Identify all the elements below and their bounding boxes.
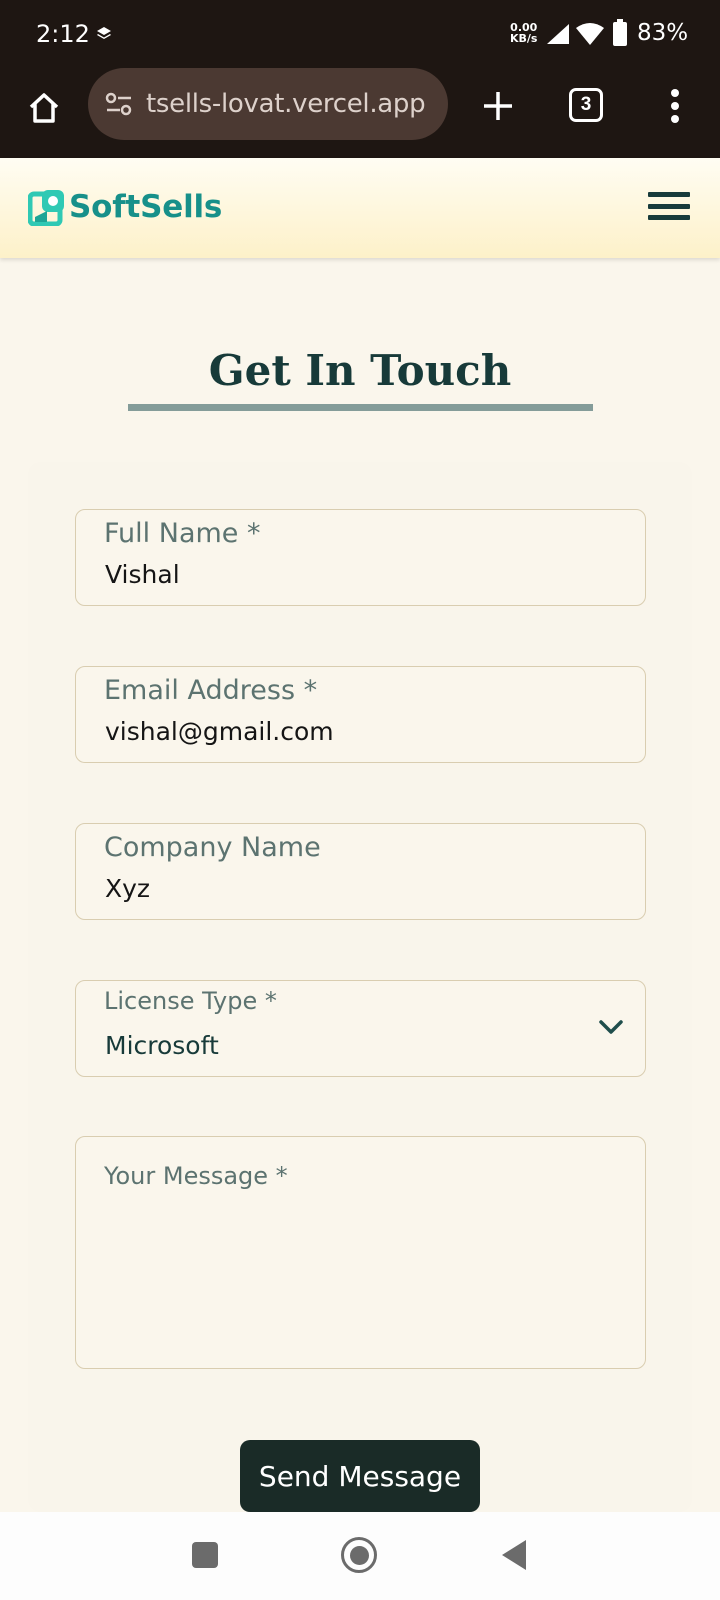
home-icon[interactable] [20, 84, 68, 132]
net-speed-unit: KB/s [510, 32, 538, 45]
company-label: Company Name [104, 832, 321, 863]
home-nav-icon[interactable] [341, 1537, 377, 1573]
email-input[interactable]: vishal@gmail.com [105, 717, 334, 746]
chevron-down-icon [597, 1013, 625, 1041]
message-field[interactable]: Your Message * [75, 1136, 646, 1369]
brand-name: SoftSells [69, 189, 223, 225]
signal-icon [547, 24, 569, 49]
system-nav-bar [0, 1512, 720, 1600]
logo[interactable]: SoftSells [27, 188, 223, 227]
net-speed: 0.00 KB/s [510, 22, 537, 44]
tabs-icon[interactable]: 3 [569, 88, 603, 122]
full-name-label: Full Name * [104, 518, 261, 549]
license-type-select[interactable]: License Type * Microsoft [75, 980, 646, 1077]
url-text: tsells-lovat.vercel.app [146, 89, 426, 119]
full-name-field[interactable]: Full Name * Vishal [75, 509, 646, 606]
email-field[interactable]: Email Address * vishal@gmail.com [75, 666, 646, 763]
layers-icon [96, 26, 112, 47]
site-header: SoftSells [0, 158, 720, 258]
more-vert-icon[interactable] [658, 82, 692, 130]
full-name-input[interactable]: Vishal [105, 560, 180, 589]
hamburger-menu-icon[interactable] [648, 188, 690, 224]
battery-icon [613, 19, 627, 46]
company-field[interactable]: Company Name Xyz [75, 823, 646, 920]
back-icon[interactable] [502, 1540, 526, 1570]
company-input[interactable]: Xyz [105, 874, 150, 903]
email-label: Email Address * [104, 675, 318, 706]
status-time: 2:12 [36, 20, 90, 48]
browser-toolbar: tsells-lovat.vercel.app 3 [0, 66, 720, 158]
title-underline [128, 404, 593, 411]
plus-icon[interactable] [474, 82, 522, 130]
site-settings-icon[interactable] [104, 89, 134, 119]
license-type-label: License Type * [104, 987, 277, 1015]
url-bar[interactable]: tsells-lovat.vercel.app [88, 68, 448, 140]
logo-icon [27, 188, 66, 227]
wifi-icon [576, 23, 604, 50]
license-type-value: Microsoft [105, 1031, 219, 1060]
send-message-button[interactable]: Send Message [240, 1440, 480, 1512]
battery-percent: 83% [637, 20, 689, 46]
status-bar: 2:12 0.00 KB/s 83% [0, 0, 720, 66]
page-title: Get In Touch [208, 346, 512, 395]
recent-apps-icon[interactable] [192, 1542, 218, 1568]
message-label: Your Message * [104, 1162, 288, 1190]
tab-count: 3 [580, 94, 592, 115]
